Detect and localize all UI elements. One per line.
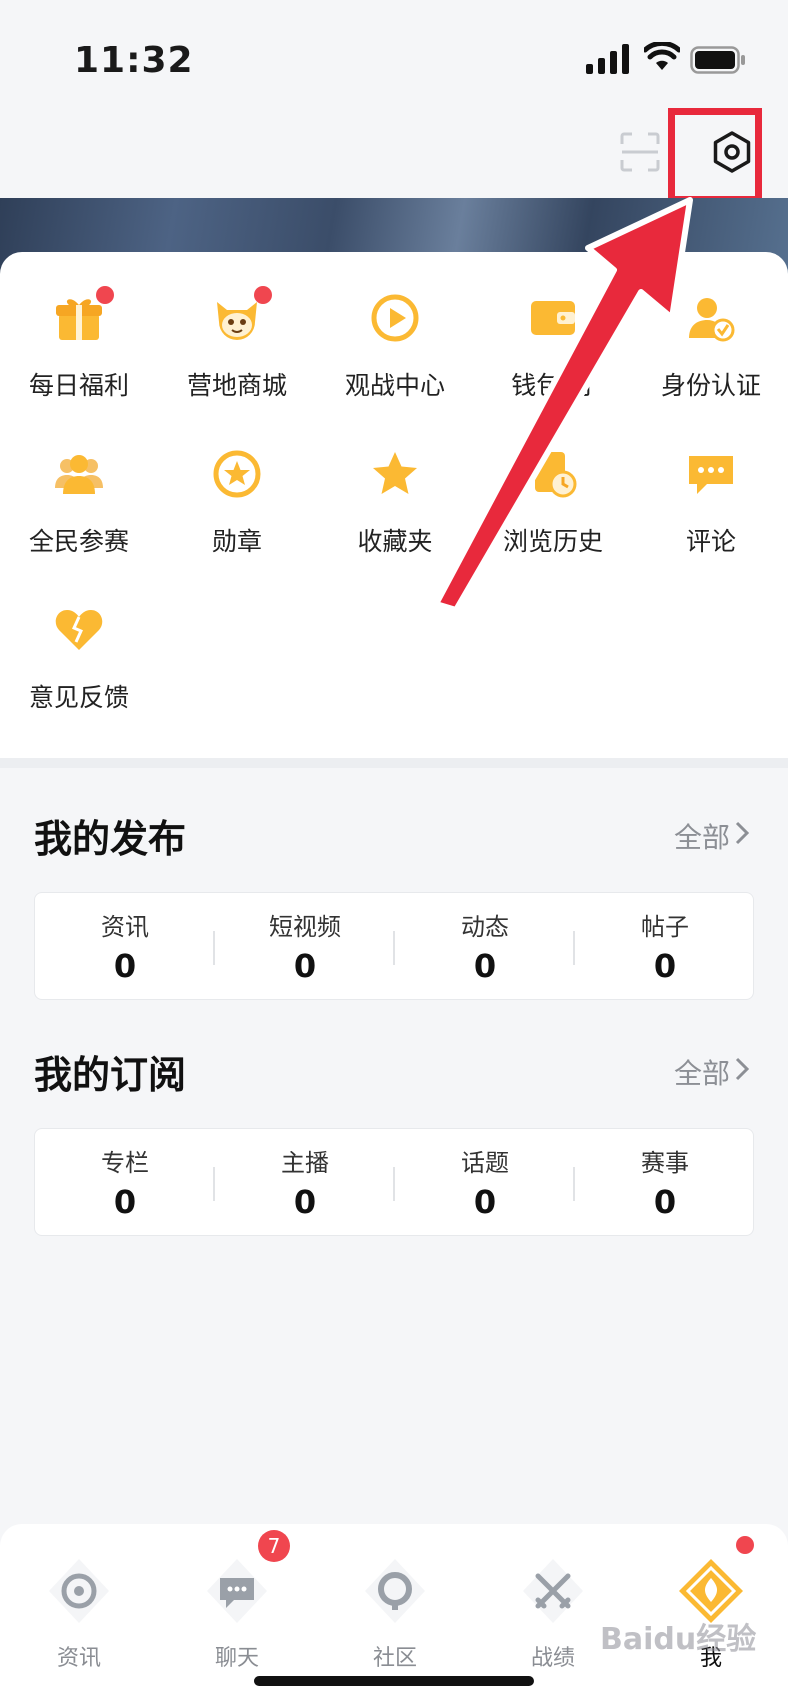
watermark: Baidu经验 [600, 1622, 757, 1657]
history-icon [535, 452, 577, 498]
chevron-right-icon[interactable] [734, 1056, 750, 1082]
comment-icon [689, 456, 733, 494]
grid-label: 浏览历史 [502, 527, 603, 556]
stat-label: 资讯 [101, 913, 149, 941]
stat-label: 话题 [461, 1149, 509, 1177]
grid-label: 每日福利 [28, 371, 129, 400]
nav-tab-news[interactable]: 资讯 [0, 1546, 158, 1671]
status-bar: 11:32 [0, 0, 788, 110]
stat-value: 0 [473, 1183, 497, 1221]
grid-label: 观战中心 [344, 371, 445, 400]
my-subscriptions-title: 我的订阅 [34, 1053, 187, 1097]
feedback-icon [55, 610, 103, 650]
star-icon [373, 452, 417, 494]
scan-icon[interactable] [620, 132, 660, 172]
my-subscriptions-all-link[interactable]: 全部 [674, 1052, 730, 1092]
verify-icon [689, 298, 735, 342]
grid-item-wallet[interactable]: 钱包/订 [474, 268, 632, 400]
grid-item-feedback[interactable]: 意见反馈 [0, 580, 158, 712]
grid-item-medal[interactable]: 勋章 [158, 424, 316, 556]
grid-label: 意见反馈 [28, 683, 129, 712]
chevron-right-icon[interactable] [734, 820, 750, 846]
chat-unread-badge: 7 [258, 1530, 290, 1562]
grid-label: 评论 [685, 527, 736, 556]
nav-tab-chat[interactable]: 聊天 [158, 1546, 316, 1671]
cellular-signal-icon [586, 44, 629, 74]
stat-label: 短视频 [269, 913, 341, 941]
status-time: 11:32 [74, 40, 194, 81]
grid-label: 勋章 [211, 527, 262, 556]
stat-value: 0 [473, 947, 497, 985]
stat-short-video[interactable]: 短视频 0 [215, 893, 395, 1001]
me-new-dot [736, 1536, 754, 1554]
community-icon [365, 1559, 425, 1623]
stat-value: 0 [113, 1183, 137, 1221]
stat-label: 主播 [281, 1149, 329, 1177]
grid-item-watch-center[interactable]: 观战中心 [316, 268, 474, 400]
stat-posts[interactable]: 帖子 0 [575, 893, 755, 1001]
chat-icon [207, 1559, 267, 1623]
grid-label: 收藏夹 [357, 527, 433, 556]
stat-value: 0 [293, 1183, 317, 1221]
grid-label: 钱包/订 [511, 371, 595, 400]
grid-label: 全民参赛 [28, 527, 129, 556]
new-dot [254, 286, 272, 304]
grid-label: 身份认证 [660, 371, 761, 400]
news-icon [49, 1559, 109, 1623]
record-icon [523, 1559, 583, 1623]
stat-streamer[interactable]: 主播 0 [215, 1129, 395, 1237]
stat-topic[interactable]: 话题 0 [395, 1129, 575, 1237]
stat-value: 0 [653, 1183, 677, 1221]
nav-label: 聊天 [214, 1646, 259, 1671]
team-icon [55, 455, 103, 494]
battery-icon [690, 46, 745, 74]
nav-tab-community[interactable]: 社区 [316, 1546, 474, 1671]
home-indicator[interactable] [254, 1676, 534, 1686]
grid-item-tournament[interactable]: 全民参赛 [0, 424, 158, 556]
stat-value: 0 [653, 947, 677, 985]
stat-label: 帖子 [641, 913, 689, 941]
section-divider [0, 758, 788, 768]
grid-label: 营地商城 [186, 371, 287, 400]
nav-label: 社区 [372, 1646, 417, 1671]
highlight-box [668, 108, 762, 203]
new-dot [96, 286, 114, 304]
stat-moments[interactable]: 动态 0 [395, 893, 575, 1001]
stat-value: 0 [293, 947, 317, 985]
play-icon [371, 294, 419, 342]
my-subscriptions-stats: 专栏 0 主播 0 话题 0 赛事 0 [34, 1128, 754, 1236]
wallet-icon [531, 301, 575, 335]
grid-item-daily-welfare[interactable]: 每日福利 [0, 268, 158, 400]
stat-column[interactable]: 专栏 0 [35, 1129, 215, 1237]
stat-value: 0 [113, 947, 137, 985]
grid-item-identity[interactable]: 身份认证 [632, 268, 788, 400]
service-grid: 每日福利 营地商城 观战中心 钱包/订 身份认证 全民参赛 勋章 收藏夹 浏览历… [0, 252, 788, 758]
stat-label: 专栏 [101, 1149, 149, 1177]
grid-item-history[interactable]: 浏览历史 [474, 424, 632, 556]
wifi-icon [644, 42, 680, 70]
stat-label: 赛事 [641, 1149, 689, 1177]
stat-news[interactable]: 资讯 0 [35, 893, 215, 1001]
my-posts-title: 我的发布 [34, 817, 187, 861]
stat-event[interactable]: 赛事 0 [575, 1129, 755, 1237]
grid-item-store[interactable]: 营地商城 [158, 268, 316, 400]
grid-item-favorites[interactable]: 收藏夹 [316, 424, 474, 556]
my-posts-all-link[interactable]: 全部 [674, 816, 730, 856]
grid-item-comments[interactable]: 评论 [632, 424, 788, 556]
my-posts-stats: 资讯 0 短视频 0 动态 0 帖子 0 [34, 892, 754, 1000]
medal-icon [213, 450, 261, 498]
nav-label: 资讯 [56, 1646, 101, 1671]
stat-label: 动态 [461, 913, 509, 941]
